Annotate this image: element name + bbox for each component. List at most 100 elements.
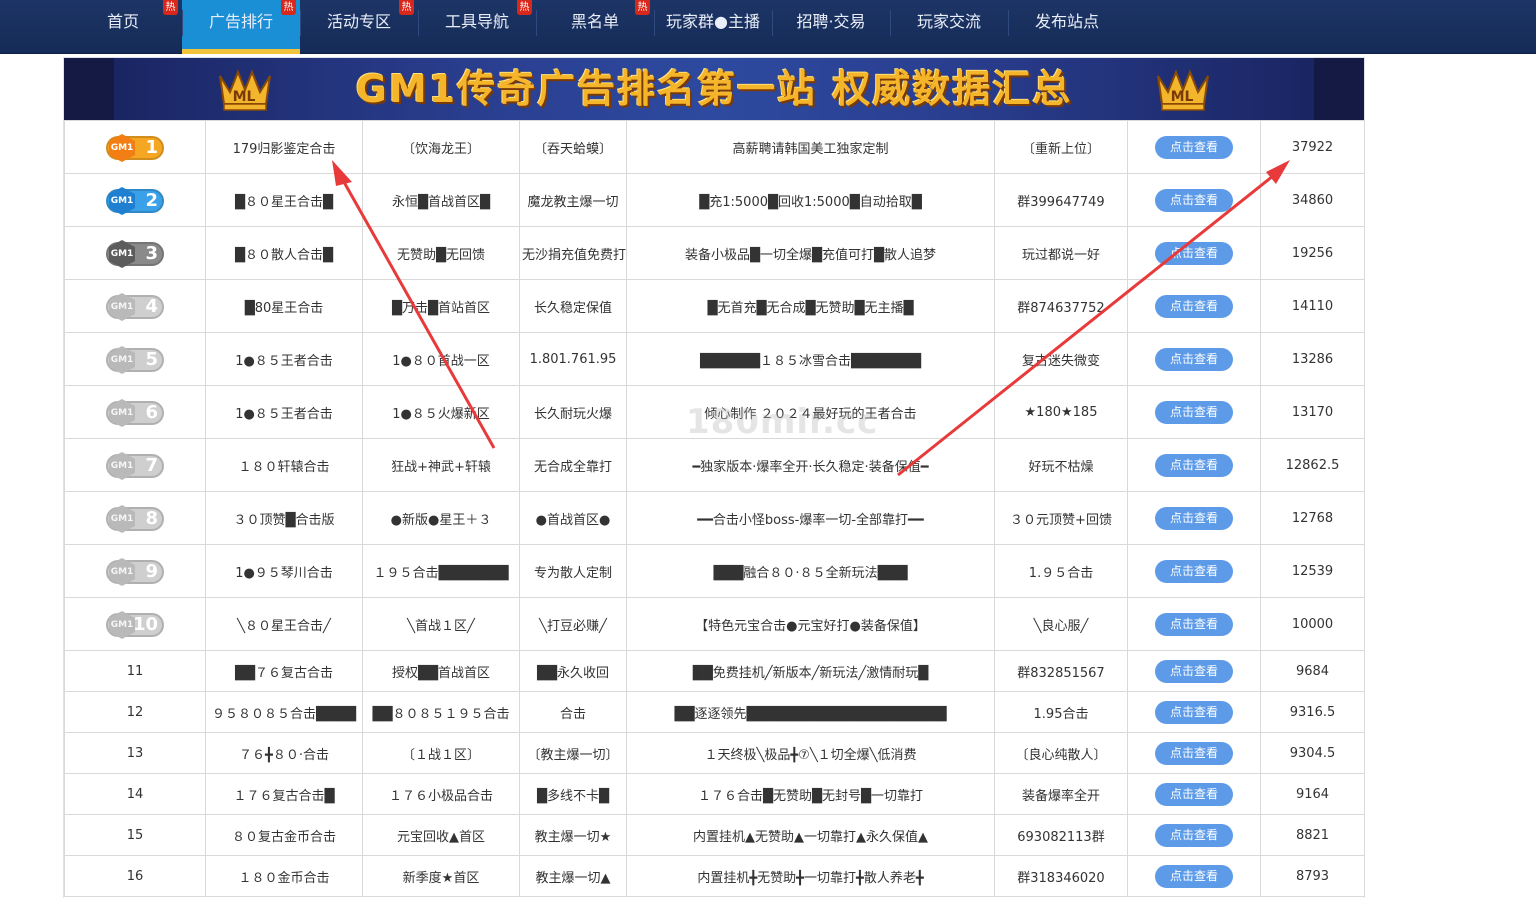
view-button[interactable]: 点击查看 [1155,188,1233,212]
rank-cell: GM1 3 [64,226,206,280]
view-button[interactable]: 点击查看 [1155,400,1233,424]
action-cell: 点击查看 [1127,279,1261,333]
note-cell: ★180★185 [994,385,1128,439]
tag-cell: 魔龙教主爆一切 [519,173,627,227]
feature-cell: 〔饮海龙王〕 [362,120,520,174]
view-button[interactable]: 点击查看 [1155,241,1233,265]
action-cell: 点击查看 [1127,691,1261,733]
table-row: GM1 9 1●９５琴川合击 １９５合击███████ 专为散人定制 ███融合８０·８５… [64,544,1365,598]
feature-cell: １７６小极品合击 [362,773,520,815]
view-button[interactable]: 点击查看 [1155,782,1233,806]
view-button[interactable]: 点击查看 [1155,294,1233,318]
feature-cell: 1●８５火爆新区 [362,385,520,439]
server-name-cell: █80星王合击 [205,279,363,333]
rank-number: 4 [145,296,158,317]
rank-badge-icon: GM1 1 [106,134,164,162]
view-button[interactable]: 点击查看 [1155,506,1233,530]
server-name-cell: ██７６复古合击 [205,650,363,692]
nav-separator [1008,10,1009,36]
description-cell: １７６合击█无赞助█无封号█一切靠打 [626,773,995,815]
table-row: GM1 10 ╲８０星王合击╱ ╲首战１区╱ ╲打豆必赚╱ 【特色元宝合击●元宝好打●装备… [64,597,1365,651]
rank-number: 1 [145,137,158,158]
action-cell: 点击查看 [1127,814,1261,856]
tag-cell: 长久稳定保值 [519,279,627,333]
nav-item-8[interactable]: 发布站点 [1008,0,1126,54]
feature-cell: █万击█首站首区 [362,279,520,333]
rank-cell: GM1 8 [64,491,206,545]
view-button[interactable]: 点击查看 [1155,823,1233,847]
rank-badge-icon: GM1 4 [106,293,164,321]
score-cell: 10000 [1260,597,1365,651]
server-name-cell: １８０金币合击 [205,855,363,897]
feature-cell: １９５合击███████ [362,544,520,598]
view-button[interactable]: 点击查看 [1155,559,1233,583]
view-button[interactable]: 点击查看 [1155,347,1233,371]
nav-item-4[interactable]: 黑名单 热 [536,0,654,54]
table-row: GM1 3 █８０散人合击█ 无赞助█无回馈 无沙捐充值免费打 装备小极品█一切全爆█充值… [64,226,1365,280]
description-cell: ━━合击小怪boss-爆率一切-全部靠打━━ [626,491,995,545]
rank-badge-icon: GM1 8 [106,505,164,533]
table-row: GM1 8 ３０顶赞█合击版 ●新版●星王＋３ ●首战首区● ━━合击小怪boss-爆率一… [64,491,1365,545]
nav-separator [418,10,419,36]
feature-cell: 〔１战１区〕 [362,732,520,774]
description-cell: ███融合８０·８５全新玩法███ [626,544,995,598]
view-button[interactable]: 点击查看 [1155,741,1233,765]
description-cell: 【特色元宝合击●元宝好打●装备保值】 [626,597,995,651]
nav-item-label: 玩家群●主播 [666,12,760,31]
score-cell: 13170 [1260,385,1365,439]
nav-separator [536,10,537,36]
hot-badge: 热 [635,0,650,15]
rank-number: 6 [145,402,158,423]
view-button[interactable]: 点击查看 [1155,864,1233,888]
table-row: GM1 5 1●８５王者合击 1●８０首战一区 1.801.761.95 ██████１８… [64,332,1365,386]
nav-separator [890,10,891,36]
nav-item-label: 发布站点 [1034,12,1099,31]
feature-cell: 新季度★首区 [362,855,520,897]
tag-cell: 教主爆一切▲ [519,855,627,897]
description-cell: ━独家版本·爆率全开·长久稳定·装备保值━ [626,438,995,492]
nav-item-7[interactable]: 玩家交流 [890,0,1008,54]
description-cell: █无首充█无合成█无赞助█无主播█ [626,279,995,333]
view-button[interactable]: 点击查看 [1155,135,1233,159]
server-name-cell: ９５８０８５合击████ [205,691,363,733]
tag-cell: 1.801.761.95 [519,332,627,386]
description-cell: ██逐逐领先████████████████████ [626,691,995,733]
view-button[interactable]: 点击查看 [1155,612,1233,636]
view-button[interactable]: 点击查看 [1155,453,1233,477]
nav-separator [654,10,655,36]
nav-item-1[interactable]: 广告排行热 [182,0,300,54]
action-cell: 点击查看 [1127,120,1261,174]
score-cell: 9316.5 [1260,691,1365,733]
rank-cell: 13 [64,732,206,774]
score-cell: 12539 [1260,544,1365,598]
banner: ML GM1传奇广告排名第一站 权威数据汇总 ML [64,58,1364,120]
tag-cell: 教主爆一切★ [519,814,627,856]
view-button[interactable]: 点击查看 [1155,659,1233,683]
server-name-cell: 1●９５琴川合击 [205,544,363,598]
nav-item-3[interactable]: 工具导航热 [418,0,536,54]
view-button[interactable]: 点击查看 [1155,700,1233,724]
nav-item-6[interactable]: 招聘·交易 [772,0,890,54]
feature-cell: 1●８０首战一区 [362,332,520,386]
nav-item-0[interactable]: 首页 热 [64,0,182,54]
score-cell: 8821 [1260,814,1365,856]
table-row: 15 ８０复古金币合击 元宝回收▲首区 教主爆一切★ 内置挂机▲无赞助▲一切靠打▲永久保… [64,814,1365,856]
note-cell: 群399647749 [994,173,1128,227]
nav-item-2[interactable]: 活动专区热 [300,0,418,54]
description-cell: 内置挂机▲无赞助▲一切靠打▲永久保值▲ [626,814,995,856]
action-cell: 点击查看 [1127,173,1261,227]
note-cell: 群832851567 [994,650,1128,692]
description-cell: 倾心制作 ２０２４最好玩的王者合击 [626,385,995,439]
score-cell: 12862.5 [1260,438,1365,492]
tag-cell: ╲打豆必赚╱ [519,597,627,651]
action-cell: 点击查看 [1127,597,1261,651]
nav-item-5[interactable]: 玩家群●主播 [654,0,772,54]
feature-cell: ██８０８５１９５合击 [362,691,520,733]
score-cell: 9304.5 [1260,732,1365,774]
rank-cell: GM1 5 [64,332,206,386]
crown-logo-icon: ML [1157,69,1209,111]
server-name-cell: ╲８０星王合击╱ [205,597,363,651]
description-cell: １天终极╲极品╋⑦╲１切全爆╲低消费 [626,732,995,774]
nav-item-label: 工具导航 [444,12,509,31]
score-cell: 9684 [1260,650,1365,692]
